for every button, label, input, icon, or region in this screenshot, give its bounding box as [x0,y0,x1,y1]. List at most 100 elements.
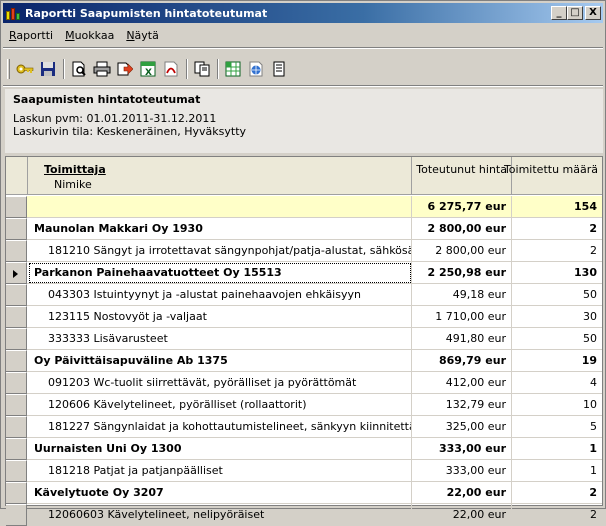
header-supplier-label: Toimittaja [44,163,106,176]
row-price: 132,79 eur [412,394,512,416]
row-indicator[interactable] [6,196,27,218]
row-price: 325,00 eur [412,416,512,438]
row-quantity: 50 [583,332,597,345]
row-indicator[interactable] [6,372,27,394]
row-name: 181218 Patjat ja patjanpäälliset [28,460,412,482]
row-indicator[interactable] [6,394,27,416]
row-quantity: 2 [589,486,597,499]
report-heading: Saapumisten hintatoteutumat [13,93,201,106]
item-row[interactable]: 043303 Istuintyynyt ja -alustat painehaa… [6,284,602,306]
item-row[interactable]: 181210 Sängyt ja irrotettavat sängynpohj… [6,240,602,262]
item-row[interactable]: 181227 Sängynlaidat ja kohottautumisteli… [6,416,602,438]
current-row-arrow-icon [13,270,18,278]
row-quantity: 2 [590,244,597,257]
row-price: 22,00 eur [412,482,512,504]
export-icon[interactable] [114,58,136,80]
invoice-row-status: Laskurivin tila: Keskeneräinen, Hyväksyt… [13,125,247,138]
item-row[interactable]: 333333 Lisävarusteet 491,80 eur 50 [6,328,602,350]
html-icon[interactable] [245,58,267,80]
print-preview-icon[interactable] [68,58,90,80]
item-row[interactable]: 181218 Patjat ja patjanpäälliset 333,00 e… [6,460,602,482]
maximize-button[interactable]: □ [567,6,583,20]
row-quantity: 1 [590,464,597,477]
key-icon[interactable] [14,58,36,80]
supplier-row[interactable]: Maunolan Makkari Oy 1930 2 800,00 eur 2 [6,218,602,240]
row-price: 22,00 eur [412,504,512,526]
row-quantity: 2 [589,222,597,235]
row-name: Kävelytuote Oy 3207 [28,482,412,504]
header-delivered-quantity[interactable]: Toimitettu määrä [504,157,602,195]
pdf-icon[interactable] [160,58,182,80]
minimize-button[interactable]: _ [551,6,567,20]
row-price: 49,18 eur [412,284,512,306]
toolbar-grip[interactable] [7,59,10,79]
row-name: 181227 Sängynlaidat ja kohottautumisteli… [28,416,412,438]
print-icon[interactable] [91,58,113,80]
menu-bar: Raportti Muokkaa Näytä [3,25,603,45]
supplier-row[interactable]: Parkanon Painehaavatuotteet Oy 15513 2 25… [6,262,602,284]
item-row[interactable]: 123115 Nostovyöt ja -valjaat 1 710,00 eur… [6,306,602,328]
row-name: Parkanon Painehaavatuotteet Oy 15513 [28,262,412,284]
menu-nayta[interactable]: Näytä [120,29,165,42]
row-quantity: 19 [581,354,597,367]
menu-muokkaa[interactable]: Muokkaa [59,29,120,42]
row-indicator[interactable] [6,350,27,372]
menu-raportti[interactable]: Raportti [3,29,59,42]
row-name: 120606 Kävelytelineet, pyörälliset (roll… [28,394,412,416]
row-name: Uurnaisten Uni Oy 1300 [28,438,412,460]
grid-header: Toimittaja Nimike Toteutunut hinta Toimi… [6,157,602,195]
save-icon[interactable] [37,58,59,80]
row-price: 333,00 eur [412,438,512,460]
header-realized-price[interactable]: Toteutunut hinta [412,157,512,195]
row-price: 1 710,00 eur [412,306,512,328]
row-name [28,196,412,218]
supplier-row[interactable]: Oy Päivittäisapuväline Ab 1375 869,79 eur… [6,350,602,372]
header-supplier[interactable]: Toimittaja Nimike [28,157,412,195]
supplier-row[interactable]: Uurnaisten Uni Oy 1300 333,00 eur 1 [6,438,602,460]
row-indicator[interactable] [6,328,27,350]
row-indicator[interactable] [6,262,27,284]
row-quantity: 50 [583,288,597,301]
row-price: 869,79 eur [412,350,512,372]
row-indicator[interactable] [6,240,27,262]
row-indicator[interactable] [6,416,27,438]
title-bar[interactable]: Raportti Saapumisten hintatoteutumat _ □… [3,3,603,23]
row-indicator[interactable] [6,438,27,460]
item-row[interactable]: 091203 Wc-tuolit siirrettävät, pyörällis… [6,372,602,394]
row-price: 333,00 eur [412,460,512,482]
row-price: 2 800,00 eur [412,218,512,240]
total-row[interactable]: 6 275,77 eur 154 [6,196,602,218]
excel-icon[interactable]: X [137,58,159,80]
report-grid[interactable]: Toimittaja Nimike Toteutunut hinta Toimi… [5,156,603,526]
row-price: 412,00 eur [412,372,512,394]
row-name: 043303 Istuintyynyt ja -alustat painehaa… [28,284,412,306]
copy-icon[interactable] [191,58,213,80]
item-row[interactable]: 12060603 Kävelytelineet, nelipyöräiset 22… [6,504,602,526]
row-indicator[interactable] [6,460,27,482]
row-price: 2 250,98 eur [412,262,512,284]
supplier-row[interactable]: Kävelytuote Oy 3207 22,00 eur 2 [6,482,602,504]
row-name: 181210 Sängyt ja irrotettavat sängynpohj… [28,240,412,262]
row-name: 333333 Lisävarusteet [28,328,412,350]
invoice-date-range: Laskun pvm: 01.01.2011-31.12.2011 [13,112,217,125]
row-indicator[interactable] [6,284,27,306]
notes-icon[interactable] [268,58,290,80]
row-indicator[interactable] [6,504,27,526]
row-indicator[interactable] [6,218,27,240]
report-window: Raportti Saapumisten hintatoteutumat _ □… [0,0,606,526]
report-info-panel: Saapumisten hintatoteutumat Laskun pvm: … [5,89,603,153]
row-name: Maunolan Makkari Oy 1930 [28,218,412,240]
close-button[interactable]: X [585,6,601,20]
row-name: 12060603 Kävelytelineet, nelipyöräiset [28,504,412,526]
row-quantity: 30 [583,310,597,323]
row-name: 091203 Wc-tuolit siirrettävät, pyörällis… [28,372,412,394]
row-name: Oy Päivittäisapuväline Ab 1375 [28,350,412,372]
row-indicator[interactable] [6,482,27,504]
row-price: 2 800,00 eur [412,240,512,262]
header-item-label: Nimike [54,178,92,191]
item-row[interactable]: 120606 Kävelytelineet, pyörälliset (roll… [6,394,602,416]
svg-text:X: X [145,68,152,77]
row-indicator[interactable] [6,306,27,328]
toolbar: X [7,55,291,83]
spreadsheet-icon[interactable] [222,58,244,80]
